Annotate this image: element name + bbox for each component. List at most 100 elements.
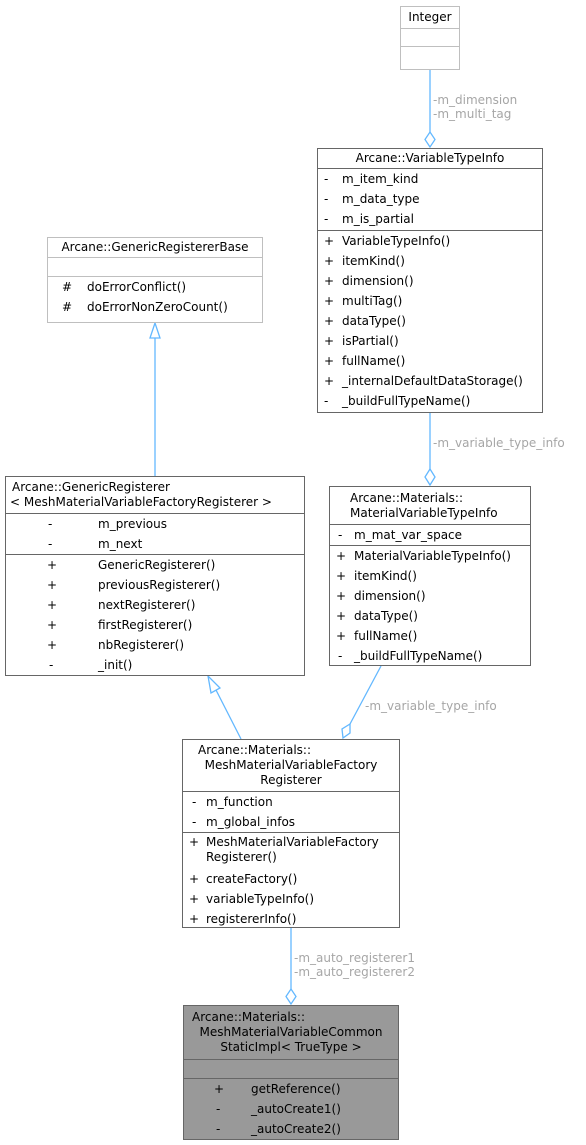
attribute-name: m_next xyxy=(98,537,143,551)
visibility-marker: + xyxy=(324,314,335,328)
method-name: dataType() xyxy=(354,609,418,623)
edge-label-line: -m_multi_tag xyxy=(433,107,512,121)
visibility-marker: # xyxy=(62,280,73,294)
visibility-marker: + xyxy=(324,254,335,268)
class-title: Arcane::GenericRegisterer < MeshMaterial… xyxy=(6,477,304,513)
aggregation-diamond-icon xyxy=(341,722,351,740)
attribute-name: m_function xyxy=(206,795,273,809)
class-title-line: < MeshMaterialVariableFactoryRegisterer … xyxy=(10,495,272,509)
method-name: fullName() xyxy=(354,629,418,643)
visibility-marker: + xyxy=(189,892,200,906)
method-name: _internalDefaultDataStorage() xyxy=(342,374,523,388)
class-title: Arcane::VariableTypeInfo xyxy=(355,151,505,165)
class-variable-type-info[interactable]: Arcane::VariableTypeInfo - m_item_kind -m… xyxy=(317,148,543,413)
aggregation-diamond-icon xyxy=(424,130,436,149)
visibility-marker: - xyxy=(48,537,53,551)
edge-label-variable-type-info-to-material-variable-type-info: -m_variable_type_info xyxy=(433,436,565,450)
visibility-marker: + xyxy=(324,334,335,348)
class-title-line: MaterialVariableTypeInfo xyxy=(350,506,498,520)
method-name: _autoCreate1() xyxy=(251,1102,341,1116)
class-title-line: StaticImpl< TrueType > xyxy=(220,1040,362,1054)
attributes-section xyxy=(401,28,459,46)
class-title-line: Arcane::GenericRegisterer xyxy=(12,480,170,494)
methods-section: + getReference() - _autoCreate1() - _autoCr… xyxy=(184,1078,398,1139)
visibility-marker: - xyxy=(49,658,54,672)
visibility-marker: - xyxy=(338,528,343,542)
visibility-marker: + xyxy=(324,274,335,288)
method-name: variableTypeInfo() xyxy=(206,892,315,906)
visibility-marker: + xyxy=(189,872,200,886)
attribute-name: m_mat_var_space xyxy=(354,528,463,542)
class-integer[interactable]: Integer xyxy=(400,6,460,70)
aggregation-diamond-icon xyxy=(285,987,297,1006)
class-mesh-material-variable-common-static-impl[interactable]: Arcane::Materials:: MeshMaterialVariable… xyxy=(183,1005,399,1140)
method-name-continued: Registerer() xyxy=(206,850,277,864)
visibility-marker: - xyxy=(324,192,329,206)
visibility-marker: + xyxy=(47,558,58,572)
method-name: _autoCreate2() xyxy=(251,1122,341,1136)
visibility-marker: + xyxy=(336,629,347,643)
visibility-marker: - xyxy=(216,1102,221,1116)
class-title-line: Arcane::Materials:: xyxy=(350,491,463,505)
aggregation-diamond-icon xyxy=(424,467,436,487)
visibility-marker: + xyxy=(47,618,58,632)
method-name: getReference() xyxy=(251,1082,341,1096)
method-name: MaterialVariableTypeInfo() xyxy=(354,549,511,563)
method-name: fullName() xyxy=(342,354,406,368)
inheritance-arrow-icon xyxy=(207,674,222,695)
visibility-marker: + xyxy=(336,589,347,603)
class-generic-registerer-base[interactable]: Arcane::GenericRegistererBase # doErrorCo… xyxy=(47,237,263,323)
class-title: Arcane::GenericRegistererBase xyxy=(61,240,249,254)
method-row: + MeshMaterialVariableFactory Registerer… xyxy=(183,833,399,869)
class-generic-registerer[interactable]: Arcane::GenericRegisterer < MeshMaterial… xyxy=(5,476,305,676)
attributes-section: - m_item_kind - m_data_type - m_is_partial xyxy=(318,168,542,230)
class-mesh-material-variable-factory-registerer[interactable]: Arcane::Materials:: MeshMaterialVariable… xyxy=(182,739,400,928)
class-title: Arcane::Materials:: MeshMaterialVariable… xyxy=(183,740,399,791)
visibility-marker: + xyxy=(47,638,58,652)
methods-section: # doErrorConflict() # doErrorNonZeroCount(… xyxy=(48,276,262,317)
visibility-marker: + xyxy=(47,578,58,592)
edge-label-integer-to-variable-type-info: -m_dimension -m_multi_tag xyxy=(433,93,517,121)
method-name: doErrorNonZeroCount() xyxy=(87,300,228,314)
method-name: _buildFullTypeName() xyxy=(342,394,471,408)
method-name: _init() xyxy=(98,658,133,672)
class-title-line: Arcane::Materials:: xyxy=(192,1010,305,1024)
edge-material-variable-type-info-to-factory-registerer xyxy=(349,665,382,725)
visibility-marker: + xyxy=(214,1082,225,1096)
class-title: Arcane::Materials:: MaterialVariableType… xyxy=(330,487,530,524)
visibility-marker: - xyxy=(216,1122,221,1136)
attribute-name: m_previous xyxy=(98,517,167,531)
method-name: _buildFullTypeName() xyxy=(354,649,483,663)
edge-label-line: -m_dimension xyxy=(433,93,518,107)
attributes-section xyxy=(184,1059,398,1078)
method-name: createFactory() xyxy=(206,872,298,886)
visibility-marker: - xyxy=(192,815,197,829)
method-name: nextRegisterer() xyxy=(98,598,196,612)
edge-label-material-variable-type-info-to-factory-registerer: -m_variable_type_info xyxy=(365,699,497,713)
class-title: Integer xyxy=(408,10,452,24)
method-name: GenericRegisterer() xyxy=(98,558,216,572)
visibility-marker: - xyxy=(192,795,197,809)
method-name: itemKind() xyxy=(342,254,405,268)
visibility-marker: + xyxy=(324,294,335,308)
attribute-name: m_item_kind xyxy=(342,172,419,186)
visibility-marker: - xyxy=(338,649,343,663)
visibility-marker: + xyxy=(336,569,347,583)
visibility-marker: - xyxy=(324,172,329,186)
visibility-marker: + xyxy=(336,609,347,623)
edge-label-factory-registerer-to-common-static-impl: -m_auto_registerer1 -m_auto_registerer2 xyxy=(294,951,415,979)
class-title-line: MeshMaterialVariableFactory xyxy=(204,758,378,772)
method-name: MeshMaterialVariableFactory xyxy=(206,835,379,849)
visibility-marker: + xyxy=(336,549,347,563)
class-title-line: MeshMaterialVariableCommon xyxy=(199,1025,383,1039)
attribute-name: m_is_partial xyxy=(342,212,414,226)
method-name: nbRegisterer() xyxy=(98,638,185,652)
edge-label-line: -m_variable_type_info xyxy=(433,436,565,450)
visibility-marker: # xyxy=(62,300,73,314)
class-material-variable-type-info[interactable]: Arcane::Materials:: MaterialVariableType… xyxy=(329,486,531,666)
visibility-marker: - xyxy=(324,394,329,408)
edge-label-line: -m_variable_type_info xyxy=(365,699,497,713)
visibility-marker: + xyxy=(324,374,335,388)
methods-section: + MeshMaterialVariableFactory Registerer… xyxy=(183,832,399,929)
visibility-marker: + xyxy=(189,835,200,849)
